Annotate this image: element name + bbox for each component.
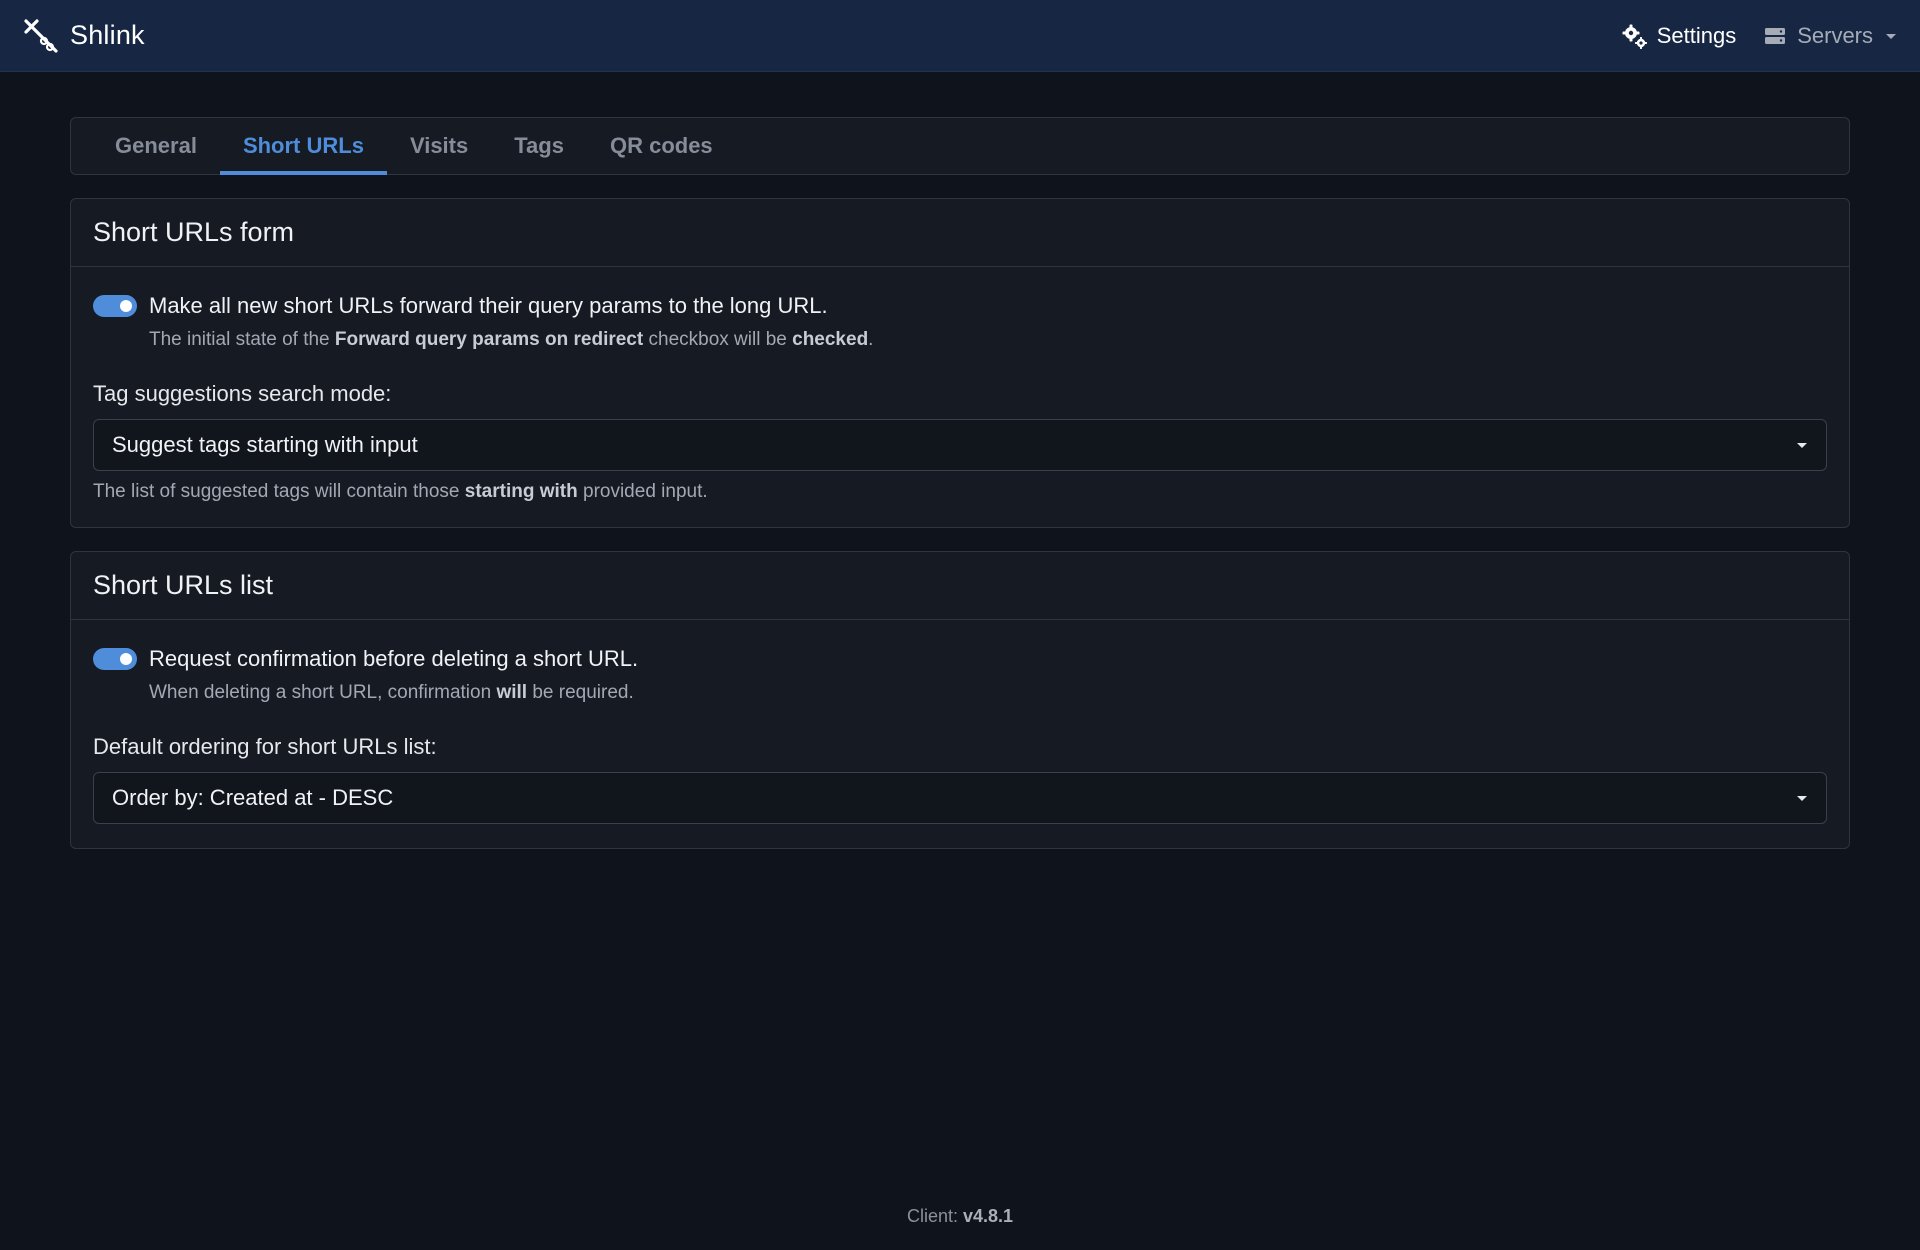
card-title: Short URLs list xyxy=(71,552,1849,620)
forward-query-help: The initial state of the Forward query p… xyxy=(149,329,874,350)
servers-label: Servers xyxy=(1797,22,1873,48)
chevron-down-icon xyxy=(1796,439,1808,451)
brand-link[interactable]: Shlink xyxy=(22,17,145,55)
tab-tags[interactable]: Tags xyxy=(491,118,587,174)
brand-name: Shlink xyxy=(70,20,145,50)
tab-visits[interactable]: Visits xyxy=(387,118,491,174)
confirm-delete-toggle[interactable] xyxy=(93,648,137,670)
forward-query-label[interactable]: Make all new short URLs forward their qu… xyxy=(149,293,828,319)
settings-label: Settings xyxy=(1656,22,1737,48)
shlink-logo-icon xyxy=(22,17,60,55)
tag-mode-select[interactable]: Suggest tags starting with input xyxy=(93,419,1827,471)
tag-mode-label: Tag suggestions search mode: xyxy=(93,381,392,406)
ordering-value: Order by: Created at - DESC xyxy=(112,785,394,810)
main-content: General Short URLs Visits Tags QR codes … xyxy=(70,117,1850,849)
tab-short-urls[interactable]: Short URLs xyxy=(219,118,387,175)
server-icon xyxy=(1762,23,1788,49)
cogs-icon xyxy=(1622,23,1648,49)
servers-dropdown[interactable]: Servers xyxy=(1762,23,1898,49)
settings-tabs: General Short URLs Visits Tags QR codes xyxy=(70,117,1850,175)
chevron-down-icon xyxy=(1884,29,1898,43)
footer-version: Client: v4.8.1 xyxy=(906,1206,1014,1226)
tag-mode-value: Suggest tags starting with input xyxy=(112,432,418,457)
short-urls-list-card: Short URLs list Request confirmation bef… xyxy=(70,551,1850,849)
forward-query-toggle[interactable] xyxy=(93,295,137,317)
short-urls-form-card: Short URLs form Make all new short URLs … xyxy=(70,198,1850,528)
card-title: Short URLs form xyxy=(71,199,1849,267)
confirm-delete-label[interactable]: Request confirmation before deleting a s… xyxy=(149,646,638,672)
settings-link[interactable]: Settings xyxy=(1622,22,1737,49)
chevron-down-icon xyxy=(1796,792,1808,804)
navbar-menu: Settings Servers xyxy=(1622,23,1898,49)
tag-mode-help: The list of suggested tags will contain … xyxy=(93,481,708,502)
tab-qr-codes[interactable]: QR codes xyxy=(587,118,736,174)
ordering-label: Default ordering for short URLs list: xyxy=(93,734,437,759)
confirm-delete-help: When deleting a short URL, confirmation … xyxy=(149,682,634,703)
tab-general[interactable]: General xyxy=(92,118,220,174)
ordering-select[interactable]: Order by: Created at - DESC xyxy=(93,772,1827,824)
top-navbar: Shlink Settings Servers xyxy=(0,0,1920,72)
